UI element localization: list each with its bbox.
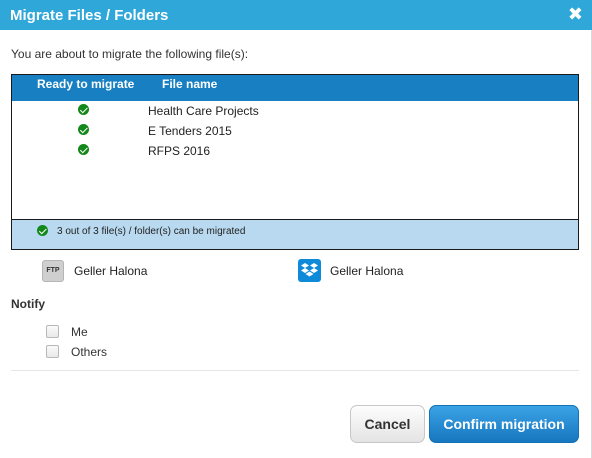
close-icon[interactable]: ✖	[568, 4, 583, 24]
migration-summary: 3 out of 3 file(s) / folder(s) can be mi…	[12, 219, 578, 249]
check-icon	[78, 144, 89, 155]
source-account-name: Geller Halona	[74, 264, 148, 278]
table-row: Health Care Projects	[12, 101, 578, 121]
dialog-titlebar: Migrate Files / Folders ✖	[0, 0, 592, 30]
notify-heading: Notify	[11, 297, 45, 311]
file-name: RFPS 2016	[148, 144, 211, 158]
notify-me-label: Me	[71, 325, 88, 339]
footer-divider	[11, 370, 579, 371]
column-header-filename: File name	[162, 77, 218, 91]
column-header-ready: Ready to migrate	[37, 77, 135, 91]
notify-me-checkbox[interactable]	[46, 325, 59, 338]
summary-text: 3 out of 3 file(s) / folder(s) can be mi…	[57, 226, 246, 237]
table-row: RFPS 2016	[12, 141, 578, 161]
migrate-dialog: Migrate Files / Folders ✖ You are about …	[0, 0, 592, 458]
confirm-migration-button[interactable]: Confirm migration	[429, 405, 579, 443]
target-account-name: Geller Halona	[330, 264, 404, 278]
migration-table: Ready to migrate File name Health Care P…	[11, 74, 579, 250]
check-icon	[37, 225, 48, 236]
source-account: FTP Geller Halona	[42, 260, 242, 282]
intro-text: You are about to migrate the following f…	[11, 47, 249, 61]
dialog-title: Migrate Files / Folders	[10, 7, 169, 24]
target-account: Geller Halona	[298, 259, 498, 283]
cancel-button[interactable]: Cancel	[350, 405, 425, 443]
table-row: E Tenders 2015	[12, 121, 578, 141]
notify-others-label: Others	[71, 345, 108, 359]
dropbox-icon	[298, 259, 321, 282]
file-name: E Tenders 2015	[148, 124, 232, 138]
table-header: Ready to migrate File name	[12, 75, 578, 101]
check-icon	[78, 104, 89, 115]
check-icon	[78, 124, 89, 135]
file-name: Health Care Projects	[148, 104, 259, 118]
ftp-icon: FTP	[42, 260, 64, 282]
notify-others-checkbox[interactable]	[46, 345, 59, 358]
table-body: Health Care Projects E Tenders 2015 RFPS…	[12, 101, 578, 219]
